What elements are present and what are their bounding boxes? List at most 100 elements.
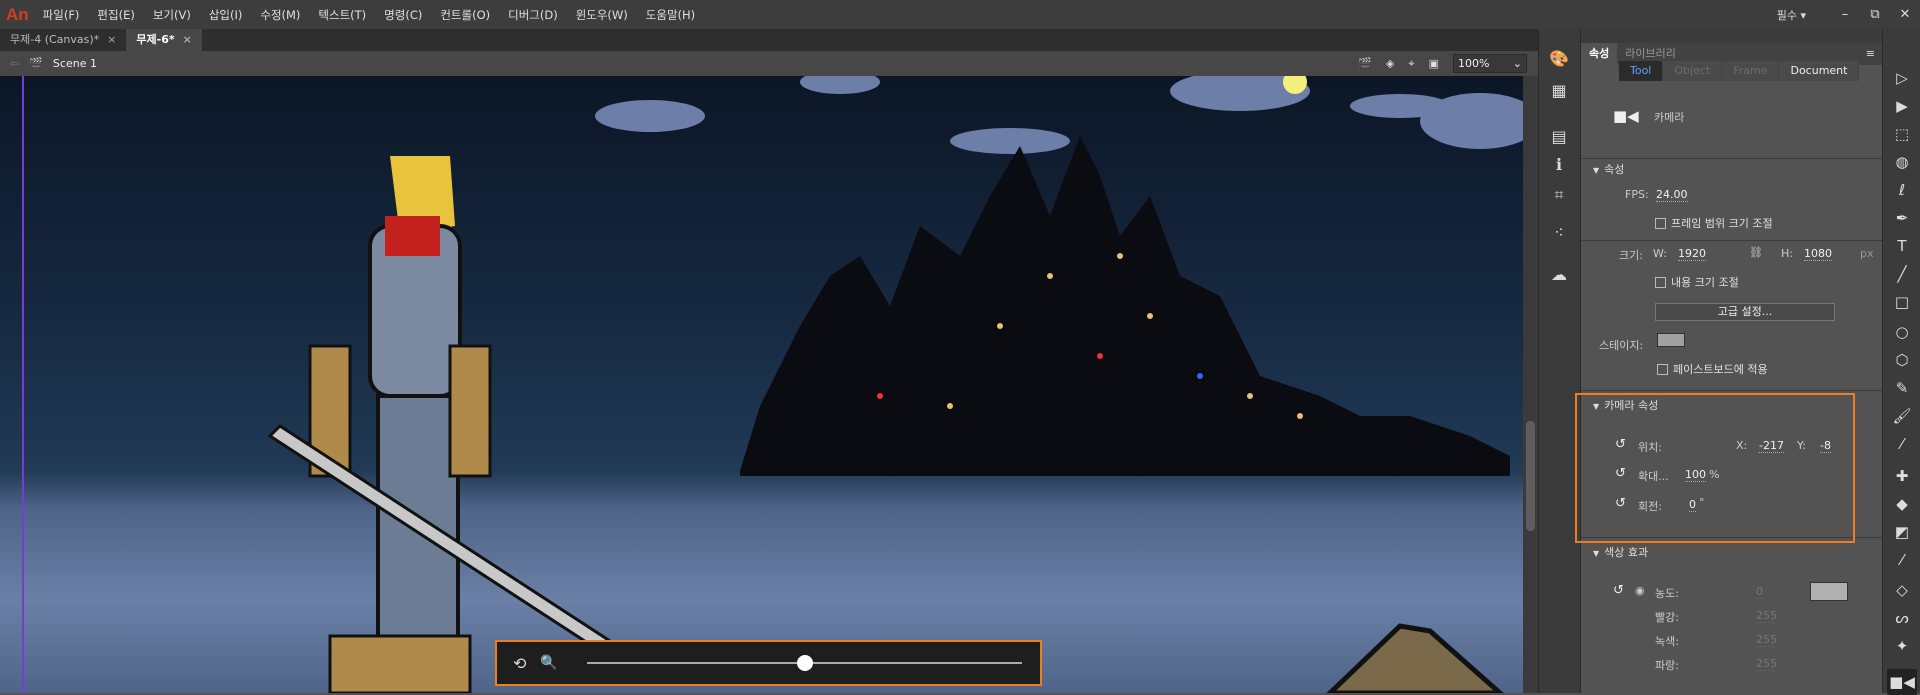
menu-commands[interactable]: 명령(C) <box>384 7 422 23</box>
oval-tool-icon[interactable]: ○ <box>1892 323 1912 343</box>
3d-rotation-tool-icon[interactable]: ◍ <box>1892 153 1912 173</box>
camera-slider[interactable] <box>587 655 1022 671</box>
link-icon[interactable]: ⛓ <box>1749 246 1763 259</box>
menu-text[interactable]: 텍스트(T) <box>318 7 366 23</box>
edit-scene-icon[interactable]: 🎬 <box>1358 57 1372 70</box>
rectangle-tool-icon[interactable]: □ <box>1892 293 1912 313</box>
width-tool-icon[interactable]: ᔕ <box>1892 609 1912 629</box>
width-value[interactable]: 1920 <box>1678 247 1706 261</box>
restore-button[interactable]: ⧉ <box>1860 7 1890 22</box>
checkbox-label: 페이스트보드에 적용 <box>1673 363 1768 376</box>
align-icon[interactable]: ▤ <box>1549 127 1569 147</box>
advanced-settings-button[interactable]: 고급 설정... <box>1655 303 1835 321</box>
eraser-tool-icon[interactable]: ◇ <box>1892 581 1912 601</box>
green-value[interactable]: 255 <box>1756 633 1777 647</box>
line-tool-icon[interactable]: ╱ <box>1892 265 1912 285</box>
subselection-tool-icon[interactable]: ▶ <box>1892 97 1912 117</box>
brush-tool-icon[interactable]: ⁄ <box>1892 435 1912 455</box>
info-icon[interactable]: ℹ <box>1549 155 1569 175</box>
chevron-down-icon: ⌄ <box>1512 57 1522 70</box>
divider <box>1581 240 1883 241</box>
tab-untitled-4[interactable]: 무제-4 (Canvas)* × <box>0 29 126 51</box>
back-arrow-icon[interactable]: ⇦ <box>10 57 19 70</box>
pencil-tool-icon[interactable]: ✎ <box>1892 379 1912 399</box>
paint-brush-tool-icon[interactable]: 🖌 <box>1892 407 1912 427</box>
scale-content-checkbox[interactable]: 내용 크기 조절 <box>1655 274 1739 290</box>
vertical-scrollbar[interactable] <box>1523 76 1538 693</box>
camera-tool-icon[interactable]: ■◀ <box>1887 669 1917 695</box>
menu-control[interactable]: 컨트롤(O) <box>440 7 490 23</box>
section-title: 속성 <box>1604 163 1625 176</box>
tab-untitled-6[interactable]: 무제-6* × <box>126 29 202 51</box>
minimize-button[interactable]: – <box>1830 7 1860 22</box>
alpha-label: 농도: <box>1655 587 1679 600</box>
fps-value[interactable]: 24.00 <box>1656 188 1688 202</box>
lasso-tool-icon[interactable]: ℓ <box>1892 181 1912 201</box>
selection-tool-icon[interactable]: ▷ <box>1892 69 1912 89</box>
section-title: 색상 효과 <box>1604 546 1649 559</box>
bone-tool-icon[interactable]: ✚ <box>1892 467 1912 487</box>
center-stage-icon[interactable]: ⌖ <box>1408 57 1414 71</box>
camera-slider-knob[interactable] <box>796 655 813 671</box>
mode-frame[interactable]: Frame <box>1722 61 1780 81</box>
close-button[interactable]: ✕ <box>1890 7 1920 22</box>
panel-menu-icon[interactable]: ≡ <box>1866 43 1875 65</box>
mode-tool[interactable]: Tool <box>1619 61 1664 81</box>
clip-content-icon[interactable]: ▣ <box>1429 57 1439 70</box>
menu-file[interactable]: 파일(F) <box>43 7 80 23</box>
tab-properties[interactable]: 속성 <box>1581 43 1618 65</box>
blue-label: 파랑: <box>1655 659 1679 672</box>
mode-object[interactable]: Object <box>1663 61 1723 81</box>
tab-label: 무제-4 (Canvas)* <box>10 33 100 46</box>
polystar-tool-icon[interactable]: ⬡ <box>1892 351 1912 371</box>
color-effect-header[interactable]: ▼ 색상 효과 <box>1593 544 1648 560</box>
tint-color-swatch[interactable] <box>1810 582 1848 601</box>
blue-value[interactable]: 255 <box>1756 657 1777 671</box>
ink-bottle-tool-icon[interactable]: ◩ <box>1892 523 1912 543</box>
window-controls: 필수 ▾ – ⧉ ✕ <box>1777 0 1920 29</box>
menu-debug[interactable]: 디버그(D) <box>508 7 558 23</box>
mode-document[interactable]: Document <box>1779 61 1860 81</box>
color-palette-icon[interactable]: 🎨 <box>1549 49 1569 69</box>
clouds <box>595 76 1523 154</box>
red-value[interactable]: 255 <box>1756 609 1777 623</box>
motion-presets-icon[interactable]: ⁖ <box>1549 223 1569 243</box>
scrollbar-thumb[interactable] <box>1526 421 1535 531</box>
stage-color-swatch[interactable] <box>1657 333 1685 347</box>
height-value[interactable]: 1080 <box>1804 247 1832 261</box>
pen-tool-icon[interactable]: ✒ <box>1892 209 1912 229</box>
reset-color-icon[interactable]: ↺ <box>1613 583 1624 598</box>
menu-modify[interactable]: 수정(M) <box>260 7 300 23</box>
camera-properties-highlight <box>1575 393 1855 543</box>
properties-section-header[interactable]: ▼ 속성 <box>1593 161 1624 177</box>
free-transform-tool-icon[interactable]: ⬚ <box>1892 125 1912 145</box>
camera-rotate-icon[interactable]: ⟲ <box>513 654 526 673</box>
creative-cloud-icon[interactable]: ☁ <box>1549 265 1569 285</box>
zoom-select[interactable]: 100% ⌄ <box>1453 54 1527 73</box>
close-tab-icon[interactable]: × <box>183 33 192 46</box>
menu-window[interactable]: 윈도우(W) <box>576 7 628 23</box>
paint-bucket-tool-icon[interactable]: ◆ <box>1892 495 1912 515</box>
size-label: 크기: <box>1619 249 1643 262</box>
workspace-switcher[interactable]: 필수 ▾ <box>1777 7 1806 23</box>
eyedropper-tool-icon[interactable]: ⁄ <box>1892 551 1912 571</box>
transform-icon[interactable]: ⌗ <box>1549 185 1569 205</box>
menu-insert[interactable]: 삽입(I) <box>209 7 243 23</box>
menu-edit[interactable]: 편집(E) <box>97 7 134 23</box>
swatches-icon[interactable]: ▦ <box>1549 81 1569 101</box>
panel-collapse-bar[interactable] <box>1581 29 1883 43</box>
stage-canvas[interactable] <box>0 76 1523 693</box>
alpha-value[interactable]: 0 <box>1756 585 1763 599</box>
apply-pasteboard-checkbox[interactable]: 페이스트보드에 적용 <box>1657 361 1768 377</box>
pin-tool-icon[interactable]: ✦ <box>1892 637 1912 657</box>
close-tab-icon[interactable]: × <box>107 33 116 46</box>
edit-symbol-icon[interactable]: ◈ <box>1386 57 1394 70</box>
scale-frames-checkbox[interactable]: 프레임 범위 크기 조절 <box>1655 215 1773 231</box>
rock <box>1326 623 1504 693</box>
menu-view[interactable]: 보기(V) <box>153 7 191 23</box>
text-tool-icon[interactable]: T <box>1892 237 1912 257</box>
camera-tool-icon: ■◀ <box>1613 107 1639 125</box>
camera-zoom-icon[interactable]: 🔍 <box>540 655 557 671</box>
visibility-eye-icon[interactable]: ◉ <box>1635 584 1645 597</box>
menu-help[interactable]: 도움말(H) <box>646 7 695 23</box>
